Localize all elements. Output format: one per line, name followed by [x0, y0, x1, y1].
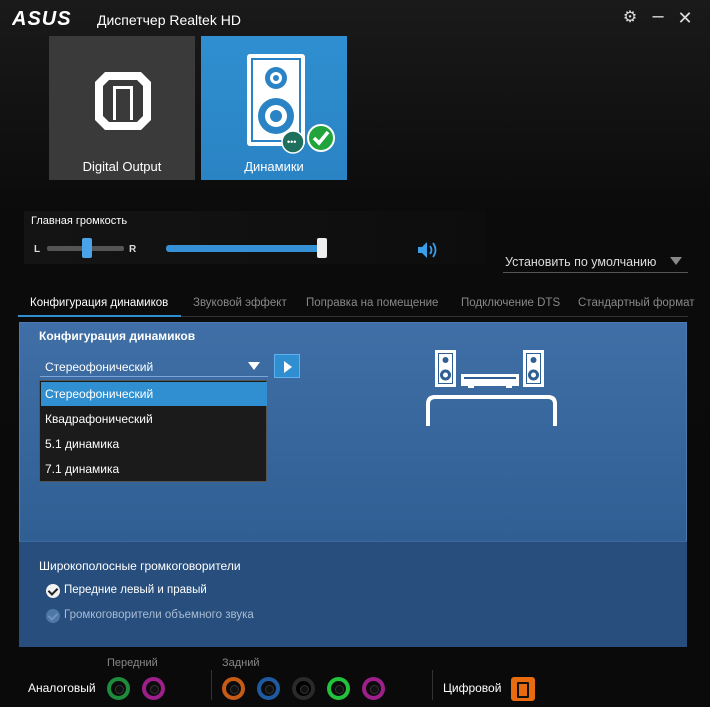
rear-jack-blue[interactable]: [257, 677, 280, 700]
close-button[interactable]: ✕: [676, 9, 694, 27]
chevron-down-icon: [248, 362, 260, 370]
section-title: Конфигурация динамиков: [39, 329, 196, 343]
listening-area-outline: [426, 395, 557, 426]
volume-slider-thumb[interactable]: [317, 238, 327, 258]
realtek-window: ASUS Диспетчер Realtek HD ⚙ – ✕ Digital …: [0, 0, 710, 707]
digital-label: Цифровой: [443, 681, 502, 695]
stereo-layout-illustration: [426, 350, 557, 426]
speakers-icon: •••: [247, 54, 335, 154]
device-label: Digital Output: [82, 159, 162, 174]
device-tile-digital-output[interactable]: Digital Output: [49, 36, 195, 180]
rear-jack-purple[interactable]: [362, 677, 385, 700]
tab-speaker-config[interactable]: Конфигурация динамиков: [30, 297, 168, 309]
balance-slider-thumb[interactable]: [82, 238, 92, 258]
front-jacks-label: Передний: [107, 657, 158, 669]
set-default-label: Установить по умолчанию: [505, 255, 657, 269]
dropdown-option-7-1[interactable]: 7.1 динамика: [41, 457, 267, 481]
balance-left-label: L: [34, 244, 41, 255]
device-tile-speakers[interactable]: ••• Динамики: [201, 36, 347, 180]
window-title: Диспетчер Realtek HD: [97, 12, 241, 28]
set-default-dropdown[interactable]: Установить по умолчанию: [503, 251, 688, 273]
active-tab-indicator: [18, 315, 181, 317]
receiver-icon: [461, 374, 519, 388]
right-speaker-icon: [523, 350, 544, 387]
title-bar: ASUS Диспетчер Realtek HD ⚙ – ✕: [0, 0, 710, 38]
speaker-config-value: Стереофонический: [45, 360, 154, 374]
rear-jack-black[interactable]: [292, 677, 315, 700]
left-speaker-icon: [435, 350, 456, 387]
dropdown-option-quadraphonic[interactable]: Квадрафонический: [41, 407, 267, 431]
jack-divider: [211, 670, 212, 700]
dropdown-option-stereo[interactable]: Стереофонический: [41, 382, 267, 406]
minimize-button[interactable]: –: [649, 6, 667, 27]
tab-dts-connect[interactable]: Подключение DTS: [461, 297, 560, 309]
volume-slider-track[interactable]: [166, 245, 326, 252]
speaker-config-dropdown: Стереофонический Квадрафонический 5.1 ди…: [39, 380, 267, 482]
dropdown-option-5-1[interactable]: 5.1 динамика: [41, 432, 267, 456]
front-speakers-label: Передние левый и правый: [64, 584, 207, 596]
rear-jack-lime[interactable]: [327, 677, 350, 700]
tab-default-format[interactable]: Стандартный формат: [578, 297, 695, 309]
balance-right-label: R: [129, 244, 137, 255]
brand-text: ASUS: [12, 8, 72, 28]
surround-speakers-label: Громкоговорители объемного звука: [64, 609, 254, 621]
mute-speaker-icon[interactable]: [416, 240, 440, 260]
chevron-down-icon: [670, 257, 682, 265]
asus-logo: ASUS: [12, 8, 72, 28]
surround-speakers-checkbox: [46, 609, 60, 623]
front-jack-pink[interactable]: [142, 677, 165, 700]
device-label: Динамики: [244, 159, 304, 174]
speaker-config-select[interactable]: Стереофонический: [40, 357, 268, 377]
front-speakers-checkbox[interactable]: [46, 584, 60, 598]
jack-divider: [432, 670, 433, 700]
tab-room-correction[interactable]: Поправка на помещение: [306, 297, 438, 309]
wideband-title: Широкополосные громкоговорители: [39, 559, 241, 573]
digital-output-icon: [95, 72, 151, 130]
tab-sound-effect[interactable]: Звуковой эффект: [193, 297, 287, 309]
gear-icon[interactable]: ⚙: [621, 9, 639, 27]
rear-jacks-label: Задний: [222, 657, 260, 669]
front-jack-green[interactable]: [107, 677, 130, 700]
analog-label: Аналоговый: [28, 681, 96, 695]
play-test-button[interactable]: [274, 354, 300, 378]
svg-text:•••: •••: [287, 137, 296, 147]
tab-bar: Конфигурация динамиков Звуковой эффект П…: [18, 294, 710, 316]
volume-title: Главная громкость: [31, 215, 128, 227]
digital-jack-icon[interactable]: [511, 677, 535, 701]
rear-jack-orange[interactable]: [222, 677, 245, 700]
